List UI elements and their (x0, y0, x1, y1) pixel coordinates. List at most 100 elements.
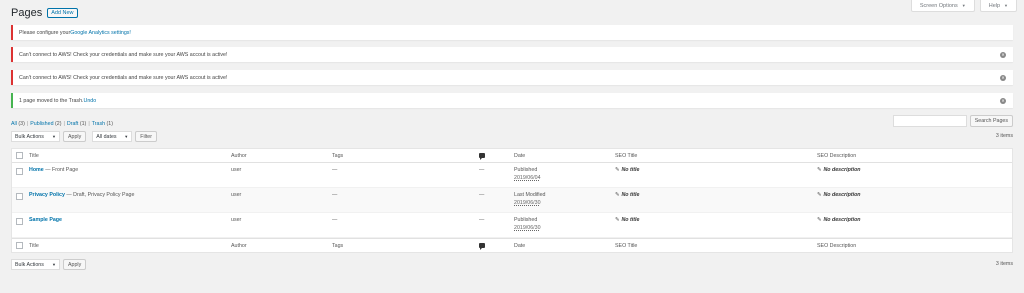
row-checkbox[interactable] (16, 218, 23, 225)
search-input[interactable] (892, 115, 967, 127)
caret-down-icon: ▼ (52, 262, 56, 267)
row-title-cell: Home — Front Page (29, 167, 78, 173)
row-state: — Front Page (43, 167, 79, 173)
column-seo-title: SEO Title (615, 153, 638, 159)
help-button[interactable]: Help ▼ (979, 0, 1017, 12)
row-tags: — (332, 192, 338, 198)
column-comments[interactable] (479, 153, 485, 160)
filter-count: (2) (55, 121, 62, 127)
row-seo-description[interactable]: ✎ No description (817, 217, 861, 223)
notice-text: 1 page moved to the Trash. (19, 97, 84, 104)
row-seo-description[interactable]: ✎ No description (817, 167, 861, 173)
dismiss-icon[interactable]: ✕ (1000, 97, 1006, 104)
column-seo-description: SEO Description (817, 153, 857, 159)
row-title-cell: Privacy Policy — Draft, Privacy Policy P… (29, 192, 134, 198)
screen-options-label: Screen Options (919, 2, 958, 9)
caret-down-icon: ▼ (52, 134, 56, 139)
pencil-icon: ✎ (817, 217, 822, 223)
comment-bubble-icon (479, 153, 485, 160)
column-date[interactable]: Date (514, 153, 525, 159)
page-heading: Pages Add New (11, 7, 78, 19)
screen-meta-links: Screen Options ▼ Help ▼ (910, 0, 1017, 12)
apply-button[interactable]: Apply (63, 131, 87, 142)
apply-button[interactable]: Apply (63, 259, 87, 270)
select-all-checkbox[interactable] (16, 242, 23, 249)
row-seo-description-value: No description (823, 192, 861, 198)
filter-draft-label: Draft (66, 121, 79, 127)
row-seo-title[interactable]: ✎ No title (615, 167, 639, 173)
column-date[interactable]: Date (514, 243, 525, 249)
column-seo-description: SEO Description (817, 243, 857, 249)
filter-count: (3) (18, 121, 25, 127)
row-seo-title[interactable]: ✎ No title (615, 217, 639, 223)
row-seo-title[interactable]: ✎ No title (615, 192, 639, 198)
screen-options-button[interactable]: Screen Options ▼ (910, 0, 975, 12)
column-title[interactable]: Title (29, 243, 39, 249)
table-row: Home — Front Page user — — Published 2019… (12, 163, 1012, 188)
caret-down-icon: ▼ (1004, 3, 1008, 8)
row-checkbox[interactable] (16, 168, 23, 175)
items-count: 3 items (995, 261, 1013, 267)
filter-button[interactable]: Filter (135, 131, 158, 142)
row-seo-description[interactable]: ✎ No description (817, 192, 861, 198)
pencil-icon: ✎ (615, 192, 620, 198)
help-label: Help (988, 2, 1001, 9)
filter-count: (1) (106, 121, 114, 127)
row-tags: — (332, 217, 338, 223)
pencil-icon: ✎ (615, 217, 620, 223)
google-analytics-settings-link[interactable]: Google Analytics settings! (70, 30, 131, 36)
column-comments[interactable] (479, 243, 485, 250)
row-date-value: 2019/06/30 (514, 225, 541, 231)
notice-text: Can't connect to AWS! Check your credent… (19, 74, 228, 81)
filter-all[interactable]: All (3) (11, 121, 25, 127)
comment-bubble-icon (479, 243, 485, 250)
add-new-button[interactable]: Add New (47, 8, 78, 18)
date-filter-select[interactable]: All dates ▼ (92, 131, 133, 142)
filter-trash[interactable]: Trash (1) (92, 121, 113, 127)
dismiss-icon[interactable]: ✕ (1000, 74, 1006, 81)
dismiss-icon[interactable]: ✕ (1000, 51, 1006, 58)
column-seo-title: SEO Title (615, 243, 638, 249)
row-comments: — (479, 167, 485, 173)
row-author-link[interactable]: user (231, 217, 241, 223)
row-title-link[interactable]: Sample Page (29, 217, 62, 223)
select-all-checkbox[interactable] (16, 152, 23, 159)
row-date-status: Published (514, 217, 538, 223)
column-author: Author (231, 153, 247, 159)
status-filters: All (3) | Published (2) | Draft (1) | Trash (1… (11, 121, 113, 127)
undo-link[interactable]: Undo (84, 98, 97, 104)
items-count: 3 items (995, 133, 1013, 139)
column-author: Author (231, 243, 247, 249)
row-date: Published 2019/06/04 (514, 167, 541, 181)
row-date-value: 2019/06/04 (514, 175, 541, 181)
tablenav-top: Bulk Actions ▼ Apply All dates ▼ Filter … (11, 131, 1013, 142)
row-seo-description-value: No description (823, 217, 861, 223)
column-tags: Tags (332, 153, 344, 159)
separator: | (88, 121, 90, 127)
column-title[interactable]: Title (29, 153, 39, 159)
page-title: Pages (11, 7, 43, 19)
row-title-link[interactable]: Home (29, 167, 44, 173)
row-seo-description-value: No description (823, 167, 861, 173)
row-title-cell: Sample Page (29, 217, 62, 223)
bulk-actions-select[interactable]: Bulk Actions ▼ (11, 259, 60, 270)
row-title-link[interactable]: Privacy Policy (29, 192, 65, 198)
filter-draft[interactable]: Draft (1) (67, 121, 86, 127)
pencil-icon: ✎ (817, 167, 822, 173)
row-checkbox[interactable] (16, 193, 23, 200)
row-comments: — (479, 192, 485, 198)
search-pages-button[interactable]: Search Pages (969, 115, 1013, 127)
bulk-actions-label: Bulk Actions (15, 261, 44, 268)
filter-count: (1) (79, 121, 87, 127)
table-row: Privacy Policy — Draft, Privacy Policy P… (12, 188, 1012, 213)
notice-aws-error: Can't connect to AWS! Check your credent… (11, 47, 1013, 62)
bulk-actions-select[interactable]: Bulk Actions ▼ (11, 131, 60, 142)
row-author-link[interactable]: user (231, 167, 241, 173)
filter-published[interactable]: Published (2) (30, 121, 61, 127)
table-header: Title Author Tags Date SEO Title SEO Des… (12, 149, 1012, 163)
row-date-status: Published (514, 167, 538, 173)
row-author-link[interactable]: user (231, 192, 241, 198)
row-seo-title-value: No title (621, 167, 640, 173)
row-tags: — (332, 167, 338, 173)
row-state: — Draft, Privacy Policy Page (64, 192, 135, 198)
